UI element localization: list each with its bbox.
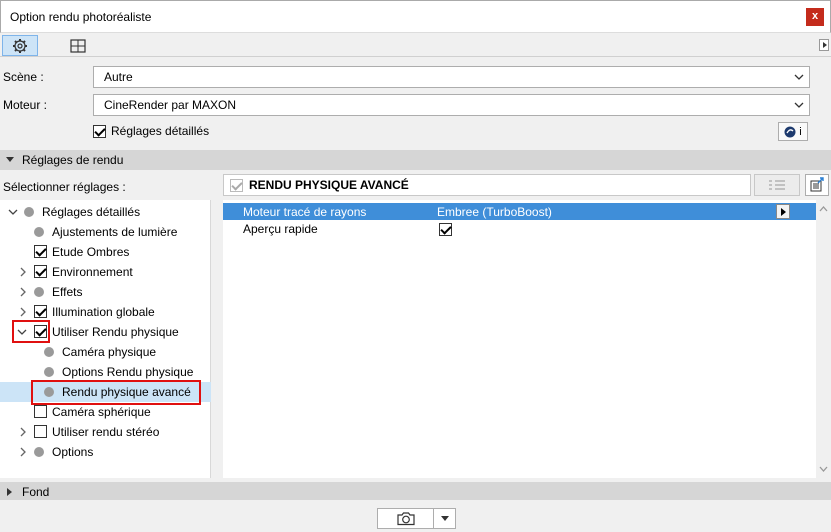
scene-label: Scène : (3, 70, 44, 84)
tree-item-label: Caméra physique (62, 345, 157, 359)
engine-dropdown[interactable]: CineRender par MAXON (93, 94, 810, 116)
gear-icon (13, 38, 27, 53)
engine-info-button[interactable]: i (778, 122, 808, 141)
triangle-down-icon (440, 516, 449, 521)
param-row-quick-preview[interactable]: Aperçu rapide (223, 220, 816, 237)
panel-enable-checkbox[interactable] (230, 178, 243, 192)
quick-preview-checkbox[interactable] (439, 223, 452, 237)
settings-dot-icon (44, 365, 54, 380)
tree-item-label: Réglages détaillés (42, 205, 141, 219)
tree-item-checkbox[interactable] (34, 425, 47, 438)
param-row-raytracing-engine[interactable]: Moteur tracé de rayons Embree (TurboBoos… (223, 203, 816, 220)
detailed-settings-toggle[interactable]: Réglages détaillés (93, 124, 209, 138)
detailed-settings-label: Réglages détaillés (111, 124, 210, 138)
scene-dropdown[interactable]: Autre (93, 66, 810, 88)
param-name: Aperçu rapide (243, 221, 318, 236)
tree-item-label: Effets (52, 285, 83, 299)
parameters-list: Moteur tracé de rayons Embree (TurboBoos… (223, 200, 816, 478)
chevron-down-icon[interactable] (8, 207, 18, 217)
settings-dot-icon (44, 345, 54, 360)
tree-item-detailed-settings[interactable]: Réglages détaillés (0, 202, 211, 222)
tree-item-label: Ajustements de lumière (52, 225, 178, 239)
tree-item-physical-render-options[interactable]: Options Rendu physique (0, 362, 211, 382)
tree-item-label: Options Rendu physique (62, 365, 194, 379)
chevron-down-icon (794, 102, 804, 108)
chevron-down-icon (794, 74, 804, 80)
render-settings-header[interactable]: Réglages de rendu (0, 150, 831, 170)
tree-item-label: Caméra sphérique (52, 405, 151, 419)
tree-item-label: Utiliser Rendu physique (52, 325, 179, 339)
tree-item-effects[interactable]: Effets (0, 282, 211, 302)
panel-expand-arrow[interactable] (819, 39, 829, 51)
tree-item-spherical-camera[interactable]: Caméra sphérique (0, 402, 211, 422)
highlight-box (12, 320, 50, 343)
tree-item-label: Environnement (52, 265, 133, 279)
background-header[interactable]: Fond (0, 482, 831, 502)
detailed-settings-checkbox[interactable] (93, 124, 106, 138)
chevron-right-icon[interactable] (18, 287, 28, 297)
render-settings-label: Réglages de rendu (22, 153, 124, 167)
chevron-right-icon[interactable] (18, 307, 28, 317)
settings-dot-icon (34, 445, 44, 460)
tree-item-options[interactable]: Options (0, 442, 211, 462)
engine-label: Moteur : (3, 98, 48, 112)
list-icon (769, 180, 785, 190)
tree-item-label: Etude Ombres (52, 245, 130, 259)
tree-item-label: Utiliser rendu stéréo (52, 425, 160, 439)
tree-item-physical-camera[interactable]: Caméra physique (0, 342, 211, 362)
tree-item-label: Illumination globale (52, 305, 155, 319)
tree-item-global-illumination[interactable]: Illumination globale (0, 302, 211, 322)
tab-size[interactable] (60, 35, 96, 56)
chevron-right-icon[interactable] (18, 447, 28, 457)
export-icon (810, 177, 824, 192)
select-settings-label: Sélectionner réglages : (3, 180, 126, 194)
tree-item-environment[interactable]: Environnement (0, 262, 211, 282)
grid-icon (70, 38, 86, 53)
cinema4d-logo-icon (784, 126, 796, 137)
param-value-checkbox-wrap (439, 222, 452, 237)
close-button[interactable]: x (806, 8, 824, 26)
scroll-down-icon[interactable] (819, 466, 828, 472)
background-label: Fond (22, 485, 50, 499)
panel-header: RENDU PHYSIQUE AVANCÉ (223, 174, 751, 196)
highlight-box (31, 380, 201, 405)
param-options-arrow[interactable] (776, 204, 790, 219)
list-view-button[interactable] (754, 174, 800, 196)
param-value: Embree (TurboBoost) (437, 204, 552, 219)
tree-item-label: Options (52, 445, 94, 459)
render-options-dropdown[interactable] (433, 508, 456, 529)
tree-item-checkbox[interactable] (34, 265, 47, 278)
tab-bar (0, 33, 831, 57)
title-bar: Option rendu photoréaliste x (0, 0, 831, 33)
tree-item-light-adjustments[interactable]: Ajustements de lumière (0, 222, 211, 242)
camera-icon (396, 512, 415, 526)
param-name: Moteur tracé de rayons (243, 204, 367, 219)
settings-dot-icon (24, 205, 34, 220)
render-snapshot-button[interactable] (377, 508, 434, 529)
info-label: i (799, 125, 802, 138)
scroll-up-icon[interactable] (819, 206, 828, 212)
triangle-down-icon (6, 157, 14, 162)
engine-value: CineRender par MAXON (104, 98, 237, 112)
tree-item-shadow-study[interactable]: Etude Ombres (0, 242, 211, 262)
window-title: Option rendu photoréaliste (10, 10, 152, 24)
chevron-right-icon[interactable] (18, 427, 28, 437)
tab-settings[interactable] (2, 35, 38, 56)
chevron-right-icon[interactable] (18, 267, 28, 277)
tree-item-stereo-render[interactable]: Utiliser rendu stéréo (0, 422, 211, 442)
triangle-right-icon (7, 488, 12, 496)
settings-dot-icon (34, 225, 44, 240)
bottom-bar (0, 500, 831, 532)
tree-item-checkbox[interactable] (34, 245, 47, 258)
scene-value: Autre (104, 70, 133, 84)
export-settings-button[interactable] (805, 174, 829, 196)
tree-item-checkbox[interactable] (34, 305, 47, 318)
panel-title: RENDU PHYSIQUE AVANCÉ (249, 178, 409, 192)
tree-item-checkbox[interactable] (34, 405, 47, 418)
vertical-scrollbar[interactable] (816, 200, 831, 478)
settings-dot-icon (34, 285, 44, 300)
